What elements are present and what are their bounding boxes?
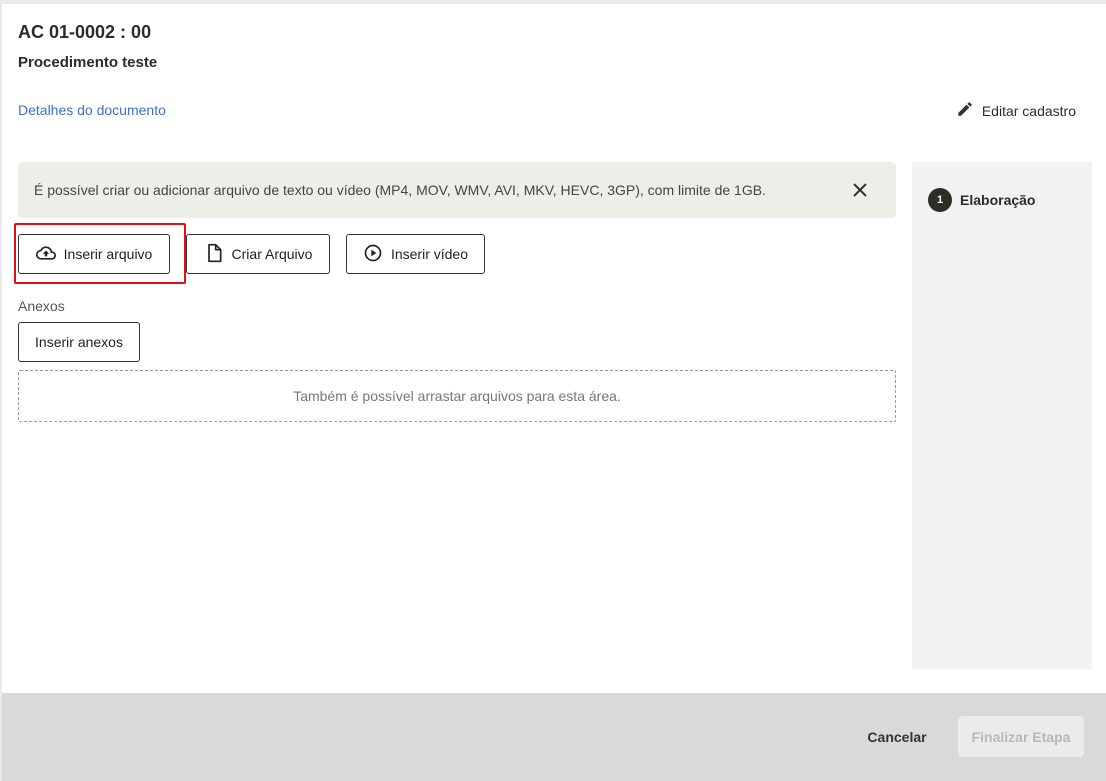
edit-registration-label: Editar cadastro — [981, 102, 1076, 119]
insert-attachments-label: Inserir anexos — [35, 334, 123, 350]
insert-file-label: Inserir arquivo — [63, 246, 153, 262]
create-file-button[interactable]: Criar Arquivo — [186, 234, 330, 274]
insert-video-button[interactable]: Inserir vídeo — [346, 234, 485, 274]
attachments-label: Anexos — [18, 298, 65, 314]
insert-video-label: Inserir vídeo — [390, 246, 469, 262]
document-title: Procedimento teste — [18, 54, 158, 71]
dropzone-text: Também é possível arrastar arquivos para… — [293, 388, 621, 404]
play-circle-icon — [363, 243, 383, 266]
info-banner-text: É possível criar ou adicionar arquivo de… — [34, 182, 766, 198]
finish-step-button[interactable]: Finalizar Etapa — [958, 716, 1084, 757]
cloud-upload-icon — [35, 243, 56, 266]
edit-registration-button[interactable]: Editar cadastro — [956, 100, 1076, 121]
insert-attachments-button[interactable]: Inserir anexos — [18, 322, 140, 362]
workflow-sidebar: 1 Elaboração — [912, 162, 1092, 669]
workflow-step: 1 Elaboração — [928, 188, 1035, 212]
main-panel: AC 01-0002 : 00 Procedimento teste Detal… — [2, 4, 1106, 693]
footer-bar: Cancelar Finalizar Etapa — [2, 693, 1106, 781]
close-icon[interactable] — [850, 180, 870, 200]
document-code: AC 01-0002 : 00 — [18, 22, 152, 42]
file-dropzone[interactable]: Também é possível arrastar arquivos para… — [18, 370, 896, 422]
create-file-label: Criar Arquivo — [231, 246, 313, 262]
cancel-button[interactable]: Cancelar — [862, 723, 932, 751]
step-label: Elaboração — [960, 192, 1036, 208]
insert-file-button[interactable]: Inserir arquivo — [18, 234, 170, 274]
document-icon — [204, 243, 224, 266]
document-details-link[interactable]: Detalhes do documento — [18, 102, 166, 118]
step-number-badge: 1 — [928, 188, 952, 212]
pencil-icon — [956, 100, 974, 121]
info-banner: É possível criar ou adicionar arquivo de… — [18, 162, 896, 218]
